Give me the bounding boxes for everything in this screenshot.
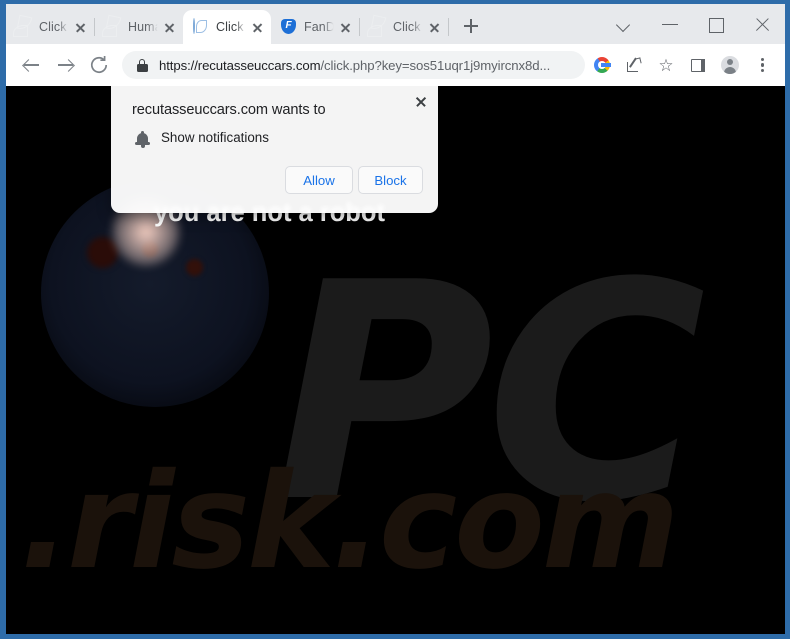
globe-blue-icon bbox=[193, 18, 209, 35]
tab-close-icon[interactable] bbox=[426, 19, 442, 35]
dialog-close-icon[interactable] bbox=[411, 92, 431, 112]
block-button[interactable]: Block bbox=[358, 166, 423, 194]
minimize-button[interactable] bbox=[647, 8, 693, 40]
fanduel-shield-icon: F bbox=[281, 19, 297, 35]
lock-icon[interactable] bbox=[136, 58, 148, 72]
chrome-browser-window: Click A Humar Click " F FanDu bbox=[6, 4, 785, 634]
side-panel-icon[interactable] bbox=[683, 50, 713, 80]
permission-label: Show notifications bbox=[161, 130, 269, 145]
tab-close-icon[interactable] bbox=[337, 19, 353, 35]
google-icon[interactable] bbox=[587, 50, 617, 80]
browser-tab-1[interactable]: Click A bbox=[6, 10, 94, 44]
page-viewport: PC .risk.com you are not a robot recutas… bbox=[6, 86, 785, 634]
share-icon[interactable] bbox=[619, 50, 649, 80]
maximize-button[interactable] bbox=[693, 8, 739, 40]
browser-tab-2[interactable]: Humar bbox=[95, 10, 183, 44]
new-tab-button[interactable] bbox=[457, 12, 485, 40]
dialog-title: recutasseuccars.com wants to bbox=[132, 102, 326, 118]
url-text: https://recutasseuccars.com/click.php?ke… bbox=[159, 58, 575, 73]
bell-icon bbox=[135, 130, 150, 148]
tab-search-chevron-down-icon[interactable] bbox=[601, 8, 647, 40]
bookmark-star-glyph: ☆ bbox=[658, 56, 674, 75]
tab-separator bbox=[448, 18, 449, 36]
notification-permission-dialog: recutasseuccars.com wants to Show notifi… bbox=[111, 86, 438, 213]
globe-icon bbox=[16, 19, 32, 35]
tab-close-icon[interactable] bbox=[72, 19, 88, 35]
tab-close-icon[interactable] bbox=[249, 19, 265, 35]
tab-title: Click A bbox=[393, 20, 424, 34]
bookmark-star-icon[interactable]: ☆ bbox=[651, 50, 681, 80]
tab-strip: Click A Humar Click " F FanDu bbox=[6, 4, 785, 44]
forward-arrow-icon[interactable] bbox=[50, 50, 80, 80]
back-arrow-icon[interactable] bbox=[16, 50, 46, 80]
blob-spot bbox=[186, 259, 203, 276]
url-path: /click.php?key=sos51uqr1j9myircnx8d... bbox=[320, 57, 551, 73]
globe-icon bbox=[370, 19, 386, 35]
address-bar[interactable]: https://recutasseuccars.com/click.php?ke… bbox=[122, 51, 585, 79]
window-close-button[interactable] bbox=[739, 8, 785, 40]
tab-close-icon[interactable] bbox=[161, 19, 177, 35]
tab-title: Click A bbox=[39, 20, 70, 34]
reload-icon[interactable] bbox=[84, 50, 114, 80]
tab-title: Click " bbox=[216, 20, 247, 34]
browser-window-frame: Click A Humar Click " F FanDu bbox=[0, 0, 790, 639]
browser-toolbar: https://recutasseuccars.com/click.php?ke… bbox=[6, 44, 785, 86]
three-dot-menu-icon[interactable] bbox=[747, 50, 777, 80]
globe-icon bbox=[105, 19, 121, 35]
url-host: https://recutasseuccars.com bbox=[159, 57, 321, 73]
allow-button[interactable]: Allow bbox=[285, 166, 353, 194]
browser-tab-5[interactable]: Click A bbox=[360, 10, 448, 44]
profile-avatar-icon[interactable] bbox=[715, 50, 745, 80]
window-controls bbox=[601, 4, 785, 44]
browser-tab-3-active[interactable]: Click " bbox=[183, 10, 271, 44]
browser-tab-4[interactable]: F FanDu bbox=[271, 10, 359, 44]
tab-title: FanDu bbox=[304, 20, 335, 34]
tab-title: Humar bbox=[128, 20, 159, 34]
watermark-risk: .risk.com bbox=[20, 445, 679, 599]
